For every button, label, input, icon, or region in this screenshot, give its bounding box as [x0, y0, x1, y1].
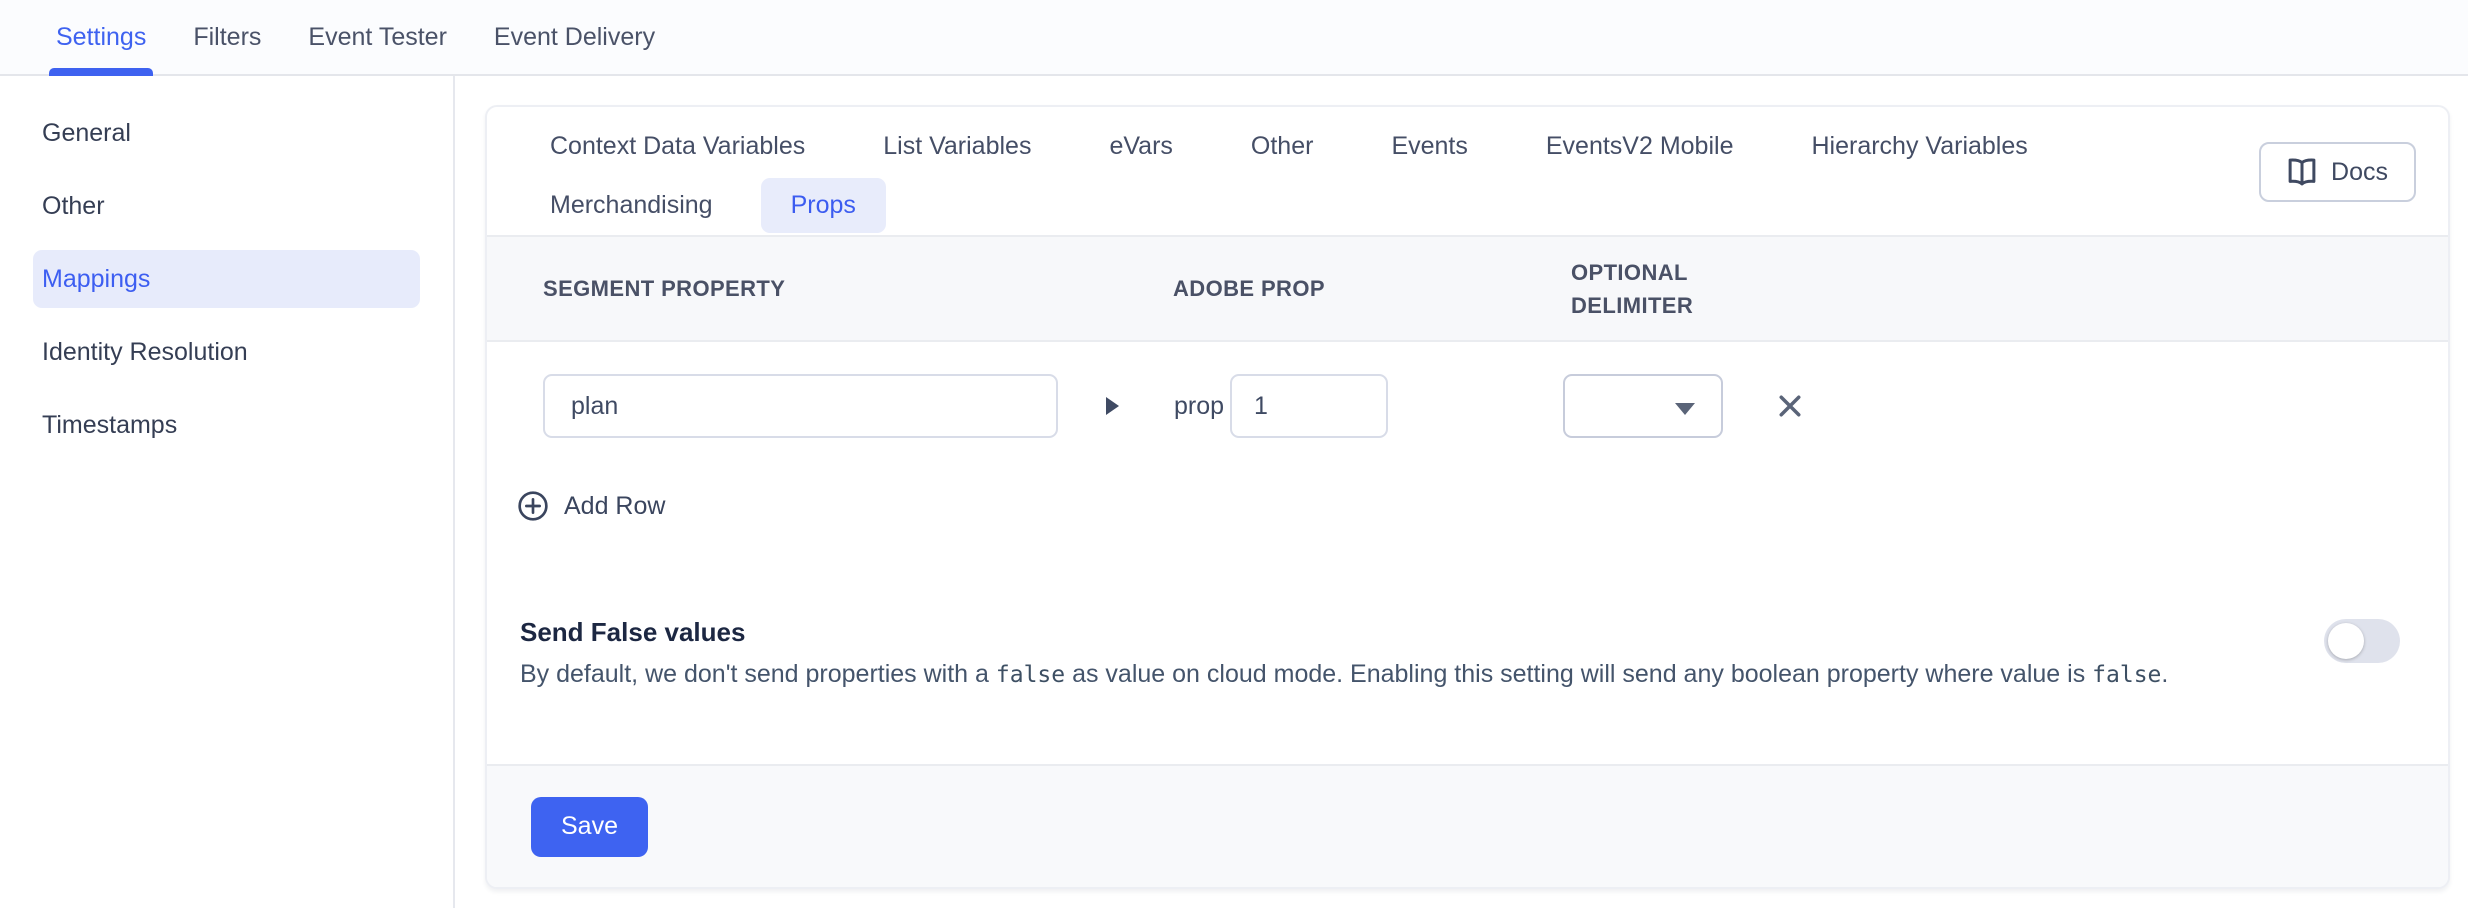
nav-tab-event-delivery[interactable]: Event Delivery	[494, 0, 655, 60]
segment-property-input[interactable]	[543, 374, 1058, 438]
sidebar-item-timestamps[interactable]: Timestamps	[33, 396, 420, 454]
chevron-down-icon	[1675, 403, 1695, 415]
save-button[interactable]: Save	[531, 797, 648, 857]
table-row: prop	[487, 342, 2448, 470]
adobe-prop-number-input[interactable]	[1230, 374, 1388, 438]
mappings-tabs-bar: Context Data Variables List Variables eV…	[487, 107, 2448, 235]
docs-button[interactable]: Docs	[2259, 142, 2416, 202]
optional-delimiter-select[interactable]	[1563, 374, 1723, 438]
main-panel: Context Data Variables List Variables eV…	[455, 76, 2468, 908]
tab-context-data-variables[interactable]: Context Data Variables	[520, 119, 835, 174]
column-header-optional-delimiter: OPTIONAL DELIMITER	[1571, 256, 1751, 322]
column-header-adobe-prop: ADOBE PROP	[1173, 272, 1571, 305]
send-false-toggle[interactable]	[2324, 619, 2400, 663]
toggle-knob	[2328, 623, 2364, 659]
settings-sidebar: General Other Mappings Identity Resoluti…	[0, 76, 455, 908]
book-icon	[2287, 158, 2317, 186]
tab-eventsv2-mobile[interactable]: EventsV2 Mobile	[1516, 119, 1764, 174]
adobe-prop-prefix-label: prop	[1174, 392, 1224, 421]
column-header-segment-property: SEGMENT PROPERTY	[543, 272, 1173, 305]
docs-button-label: Docs	[2331, 158, 2388, 187]
mappings-card: Context Data Variables List Variables eV…	[485, 105, 2450, 889]
nav-tab-settings[interactable]: Settings	[56, 0, 146, 60]
tab-other[interactable]: Other	[1221, 119, 1344, 174]
arrow-right-icon	[1106, 397, 1119, 415]
content-area: General Other Mappings Identity Resoluti…	[0, 76, 2468, 908]
add-row-label: Add Row	[564, 492, 665, 521]
add-row-button[interactable]: Add Row	[517, 490, 665, 522]
send-false-title: Send False values	[520, 617, 2400, 648]
sidebar-item-other[interactable]: Other	[33, 177, 420, 235]
tab-events[interactable]: Events	[1361, 119, 1497, 174]
sidebar-item-identity-resolution[interactable]: Identity Resolution	[33, 323, 420, 381]
sidebar-item-general[interactable]: General	[33, 104, 420, 162]
card-footer: Save	[487, 764, 2448, 887]
mappings-tabs: Context Data Variables List Variables eV…	[487, 107, 2167, 233]
plus-circle-icon	[517, 490, 549, 522]
nav-tab-event-tester[interactable]: Event Tester	[308, 0, 447, 60]
tab-hierarchy-variables[interactable]: Hierarchy Variables	[1781, 119, 2057, 174]
top-nav: Settings Filters Event Tester Event Deli…	[0, 0, 2468, 76]
send-false-description: By default, we don't send properties wit…	[520, 654, 2320, 696]
nav-tab-filters[interactable]: Filters	[193, 0, 261, 60]
tab-props[interactable]: Props	[761, 178, 886, 233]
tab-merchandising[interactable]: Merchandising	[520, 178, 743, 233]
tab-evars[interactable]: eVars	[1079, 119, 1202, 174]
tab-list-variables[interactable]: List Variables	[853, 119, 1061, 174]
send-false-section: Send False values By default, we don't s…	[520, 617, 2400, 696]
table-header: SEGMENT PROPERTY ADOBE PROP OPTIONAL DEL…	[487, 235, 2448, 342]
code-false: false	[996, 662, 1065, 688]
remove-row-button[interactable]	[1775, 391, 1805, 421]
sidebar-item-mappings[interactable]: Mappings	[33, 250, 420, 308]
code-false: false	[2092, 662, 2161, 688]
